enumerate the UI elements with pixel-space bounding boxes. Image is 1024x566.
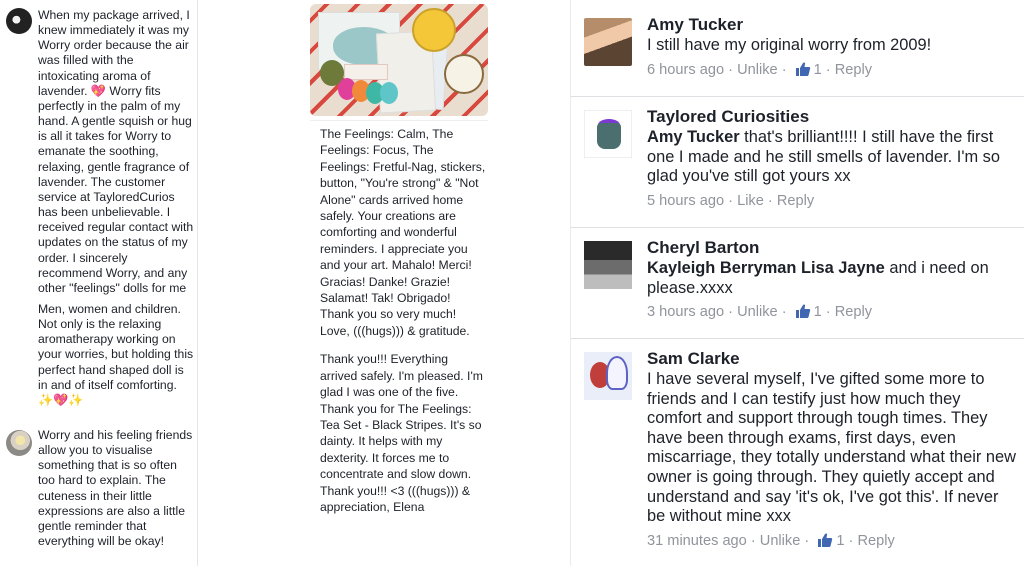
review-body: The Feelings: Calm, The Feelings: Focus,… xyxy=(320,126,486,515)
divider xyxy=(571,338,1024,339)
review-column-left: When my package arrived, I knew immediat… xyxy=(0,0,198,566)
review-paragraph: When my package arrived, I knew immediat… xyxy=(38,8,194,295)
review-body: When my package arrived, I knew immediat… xyxy=(38,8,194,408)
tag-image xyxy=(344,64,388,80)
reply-link[interactable]: Reply xyxy=(777,193,814,209)
comment-author[interactable]: Amy Tucker xyxy=(647,14,1017,36)
separator: · xyxy=(724,304,738,321)
comment-text: I still have my original worry from 2009… xyxy=(647,36,932,54)
comment-time[interactable]: 3 hours ago xyxy=(647,304,724,320)
comment-text: I have several myself, I've gifted some … xyxy=(647,370,1016,526)
avatar[interactable] xyxy=(6,430,32,456)
avatar[interactable] xyxy=(584,352,632,400)
comment-author[interactable]: Cheryl Barton xyxy=(647,237,1017,259)
separator: · xyxy=(724,192,738,209)
doll-image xyxy=(380,82,398,104)
comment-text: Amy Tucker that's brilliant!!!! I still … xyxy=(647,128,1017,187)
review-paragraph: Men, women and children. Not only is the… xyxy=(38,301,194,407)
sticker-image xyxy=(444,54,484,94)
separator: · xyxy=(821,61,835,78)
separator: · xyxy=(844,532,858,549)
separator: · xyxy=(746,532,760,549)
comment-meta: 6 hours ago · Unlike · 1 · Reply xyxy=(647,61,1017,79)
comment-text: Kayleigh Berryman Lisa Jayne and i need … xyxy=(647,259,1017,298)
avatar[interactable] xyxy=(584,110,632,158)
comment-time[interactable]: 31 minutes ago xyxy=(647,533,747,549)
reply-link[interactable]: Reply xyxy=(835,62,872,78)
review-column-middle: The Feelings: Calm, The Feelings: Focus,… xyxy=(310,0,488,566)
comment-meta: 3 hours ago · Unlike · 1 · Reply xyxy=(647,303,1017,321)
comments-panel: Amy Tucker I still have my original worr… xyxy=(570,0,1024,566)
like-link[interactable]: Like xyxy=(737,193,764,209)
separator: · xyxy=(724,61,738,78)
comment-author[interactable]: Taylored Curiosities xyxy=(647,106,1017,128)
avatar[interactable] xyxy=(584,18,632,66)
unlike-link[interactable]: Unlike xyxy=(737,62,778,78)
review-paragraph: Thank you!!! Everything arrived safely. … xyxy=(320,352,483,514)
separator: · xyxy=(777,304,791,321)
thumbs-up-icon[interactable] xyxy=(817,532,833,548)
comment-time[interactable]: 5 hours ago xyxy=(647,193,724,209)
separator: · xyxy=(777,61,791,78)
thumbs-up-icon[interactable] xyxy=(795,61,811,77)
review-paragraph: Worry and his feeling friends allow you … xyxy=(38,428,193,549)
comment-meta: 31 minutes ago · Unlike · 1 · Reply xyxy=(647,532,1017,550)
reply-link[interactable]: Reply xyxy=(835,304,872,320)
mention-link[interactable]: Amy Tucker xyxy=(647,128,740,146)
comment-meta: 5 hours ago · Like · Reply xyxy=(647,192,1017,210)
comment-time[interactable]: 6 hours ago xyxy=(647,62,724,78)
reply-link[interactable]: Reply xyxy=(857,533,894,549)
mention-link[interactable]: Kayleigh Berryman Lisa Jayne xyxy=(647,259,885,277)
avatar[interactable] xyxy=(6,8,32,34)
review-body: Worry and his feeling friends allow you … xyxy=(38,428,194,549)
review-paragraph: The Feelings: Calm, The Feelings: Focus,… xyxy=(320,127,486,338)
unlike-link[interactable]: Unlike xyxy=(760,533,801,549)
unlike-link[interactable]: Unlike xyxy=(737,304,778,320)
like-count: 1 xyxy=(813,61,822,78)
separator: · xyxy=(821,304,835,321)
thumbs-up-icon[interactable] xyxy=(795,303,811,319)
button-badge-image xyxy=(412,8,456,52)
product-photo[interactable] xyxy=(310,4,488,116)
divider xyxy=(571,227,1024,228)
separator: · xyxy=(763,192,777,209)
avatar[interactable] xyxy=(584,241,632,289)
comment-author[interactable]: Sam Clarke xyxy=(647,348,1017,370)
separator: · xyxy=(800,532,814,549)
divider xyxy=(310,120,488,121)
like-count: 1 xyxy=(813,304,822,321)
divider xyxy=(571,96,1024,97)
